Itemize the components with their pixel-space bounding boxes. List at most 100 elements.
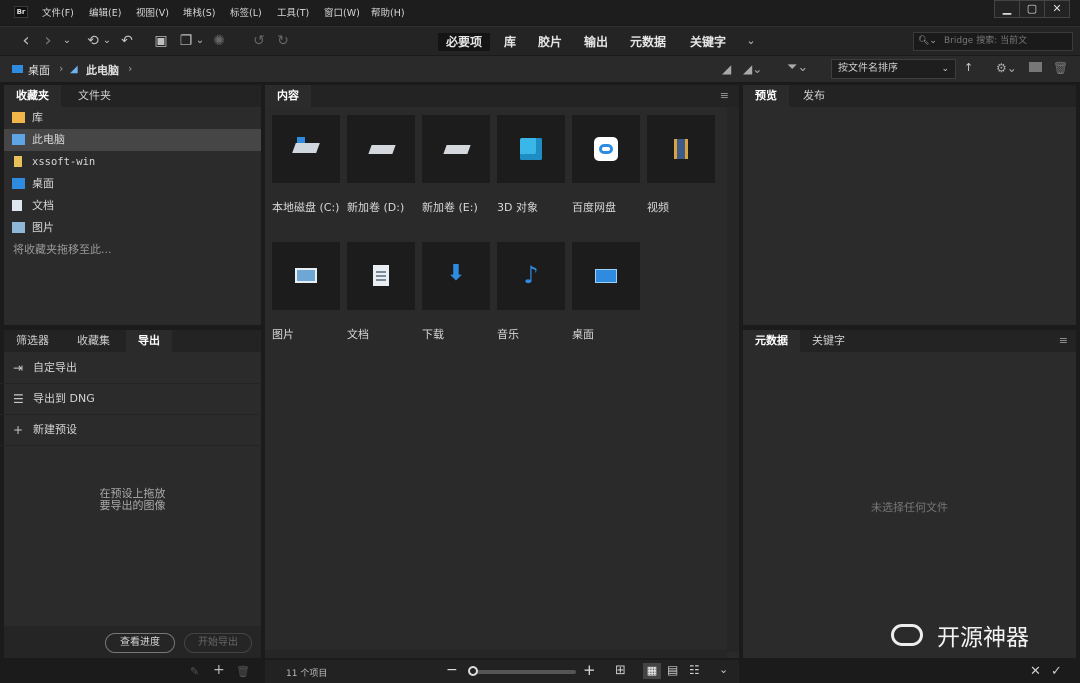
refine-icon[interactable]: ❐ <box>177 33 195 49</box>
workspace-keywords[interactable]: 关键字 <box>682 33 734 51</box>
camera-raw-icon[interactable]: ✺ <box>210 33 228 49</box>
tab-export[interactable]: 导出 <box>126 330 172 352</box>
content-item[interactable]: 新加卷 (D:) <box>347 115 417 213</box>
tab-collections[interactable]: 收藏集 <box>65 330 122 352</box>
breadcrumb-desktop[interactable]: 桌面 <box>28 62 50 78</box>
start-export-button[interactable]: 开始导出 <box>184 633 252 653</box>
tab-keywords[interactable]: 关键字 <box>800 330 857 352</box>
content-item[interactable]: 3D 对象 <box>497 115 567 213</box>
workspace-library[interactable]: 库 <box>496 33 524 51</box>
content-item[interactable]: 桌面 <box>572 242 642 340</box>
search-input[interactable]: Bridge 搜索: 当前文 <box>913 32 1073 51</box>
menu-edit[interactable]: 编辑(E) <box>89 5 121 19</box>
thumbnail[interactable] <box>497 115 565 183</box>
tab-folders[interactable]: 文件夹 <box>66 85 123 107</box>
apply-icon[interactable]: ✓ <box>1051 664 1062 679</box>
thumbnail[interactable] <box>422 115 490 183</box>
rotate-left-icon[interactable]: ↺ <box>250 33 268 49</box>
thumbnail[interactable]: ♪ <box>497 242 565 310</box>
thumbnail[interactable] <box>647 115 715 183</box>
thumbnail[interactable] <box>572 115 640 183</box>
slider-handle[interactable] <box>468 666 478 676</box>
thumbnail-view-icon[interactable]: ▦ <box>643 663 661 679</box>
return-to-photoshop-icon[interactable]: ↶ <box>118 33 136 49</box>
menu-stack[interactable]: 堆栈(S) <box>183 5 215 19</box>
content-scrollbar[interactable] <box>727 107 739 652</box>
menu-help[interactable]: 帮助(H) <box>371 5 405 19</box>
search-icon[interactable]: 🔍︎⌄ <box>918 36 937 46</box>
content-hscrollbar[interactable] <box>265 650 727 658</box>
camera-import-icon[interactable]: ▣ <box>152 33 170 49</box>
content-item[interactable]: 本地磁盘 (C:) <box>272 115 342 213</box>
export-to-dng-row[interactable]: ☰ 导出到 DNG <box>0 384 260 415</box>
tab-preview[interactable]: 预览 <box>743 85 789 107</box>
menu-label[interactable]: 标签(L) <box>230 5 262 19</box>
thumbnail[interactable] <box>572 242 640 310</box>
sort-dropdown[interactable]: 按文件名排序 ⌄ <box>831 59 956 79</box>
back-icon[interactable]: ‹ <box>18 32 34 50</box>
forward-icon[interactable]: › <box>40 32 56 50</box>
content-item[interactable]: 视频 <box>647 115 717 213</box>
favorite-library[interactable]: 库 <box>0 107 260 129</box>
new-preset-row[interactable]: + 新建预设 <box>0 415 260 446</box>
workspace-output[interactable]: 输出 <box>576 33 616 51</box>
filter-icon[interactable]: ⏷⌄ <box>787 60 808 75</box>
workspace-more-icon[interactable]: ⌄ <box>744 33 758 49</box>
thumbnail[interactable] <box>272 242 340 310</box>
workspace-filmstrip[interactable]: 胶片 <box>530 33 570 51</box>
menu-file[interactable]: 文件(F) <box>42 5 74 19</box>
sort-ascending-icon[interactable]: ↑ <box>964 61 973 74</box>
delete-icon[interactable]: 🗑︎ <box>236 665 250 678</box>
tab-metadata[interactable]: 元数据 <box>743 330 800 352</box>
content-item[interactable]: 百度网盘 <box>572 115 642 213</box>
rating-filter-icon[interactable]: ◢⌄ <box>743 62 762 76</box>
content-item[interactable]: 文档 <box>347 242 417 340</box>
workspace-metadata[interactable]: 元数据 <box>622 33 674 51</box>
trash-icon[interactable]: 🗑︎ <box>1053 61 1068 75</box>
add-icon[interactable]: + <box>213 662 225 678</box>
maximize-button[interactable]: ▢ <box>1019 0 1045 18</box>
favorite-desktop[interactable]: 桌面 <box>0 173 260 195</box>
menu-tools[interactable]: 工具(T) <box>277 5 309 19</box>
chevron-down-icon[interactable]: ⌄ <box>194 33 206 49</box>
breadcrumb-separator-icon[interactable]: › <box>128 62 132 75</box>
content-item[interactable]: 图片 <box>272 242 342 340</box>
menu-view[interactable]: 视图(V) <box>136 5 169 19</box>
thumbnail[interactable] <box>347 242 415 310</box>
grid-lock-icon[interactable]: ⊞ <box>615 663 626 678</box>
close-button[interactable]: ✕ <box>1044 0 1070 18</box>
breadcrumb-separator-icon[interactable]: › <box>59 62 63 75</box>
quality-icon[interactable]: ◢ <box>722 62 731 76</box>
thumbnail[interactable] <box>347 115 415 183</box>
thumbnail[interactable]: ⬇ <box>422 242 490 310</box>
chevron-down-icon[interactable]: ⌄ <box>101 33 113 49</box>
menu-window[interactable]: 窗口(W) <box>324 5 360 19</box>
tab-publish[interactable]: 发布 <box>791 85 837 107</box>
chevron-down-icon[interactable]: ⌄ <box>60 33 74 49</box>
tab-content[interactable]: 内容 <box>265 85 311 107</box>
recent-history-icon[interactable]: ⟲ <box>84 33 102 49</box>
panel-menu-icon[interactable]: ≡ <box>720 89 729 102</box>
thumbnail-size-slider[interactable] <box>472 670 576 674</box>
new-folder-icon[interactable] <box>1029 62 1042 72</box>
rotate-right-icon[interactable]: ↻ <box>274 33 292 49</box>
details-view-icon[interactable]: ▤ <box>667 663 678 677</box>
view-options-icon[interactable]: ⌄ <box>719 663 728 676</box>
content-item[interactable]: ♪ 音乐 <box>497 242 567 340</box>
content-item[interactable]: ⬇ 下载 <box>422 242 492 340</box>
workspace-essentials[interactable]: 必要项 <box>438 33 491 51</box>
cancel-icon[interactable]: ✕ <box>1030 664 1041 679</box>
favorite-pictures[interactable]: 图片 <box>0 217 260 239</box>
panel-menu-icon[interactable]: ≡ <box>1059 334 1068 347</box>
zoom-in-icon[interactable]: + <box>583 661 596 679</box>
view-progress-button[interactable]: 查看进度 <box>105 633 175 653</box>
breadcrumb-this-pc[interactable]: 此电脑 <box>86 62 119 78</box>
custom-export-row[interactable]: ⇥ 自定导出 <box>0 353 260 384</box>
thumbnail[interactable] <box>272 115 340 183</box>
tab-favorites[interactable]: 收藏夹 <box>4 85 61 107</box>
favorite-documents[interactable]: 文档 <box>0 195 260 217</box>
minimize-button[interactable]: ▁ <box>994 0 1020 18</box>
zoom-out-icon[interactable]: − <box>446 662 458 678</box>
tab-filter[interactable]: 筛选器 <box>4 330 61 352</box>
list-view-icon[interactable]: ☷ <box>689 663 700 677</box>
